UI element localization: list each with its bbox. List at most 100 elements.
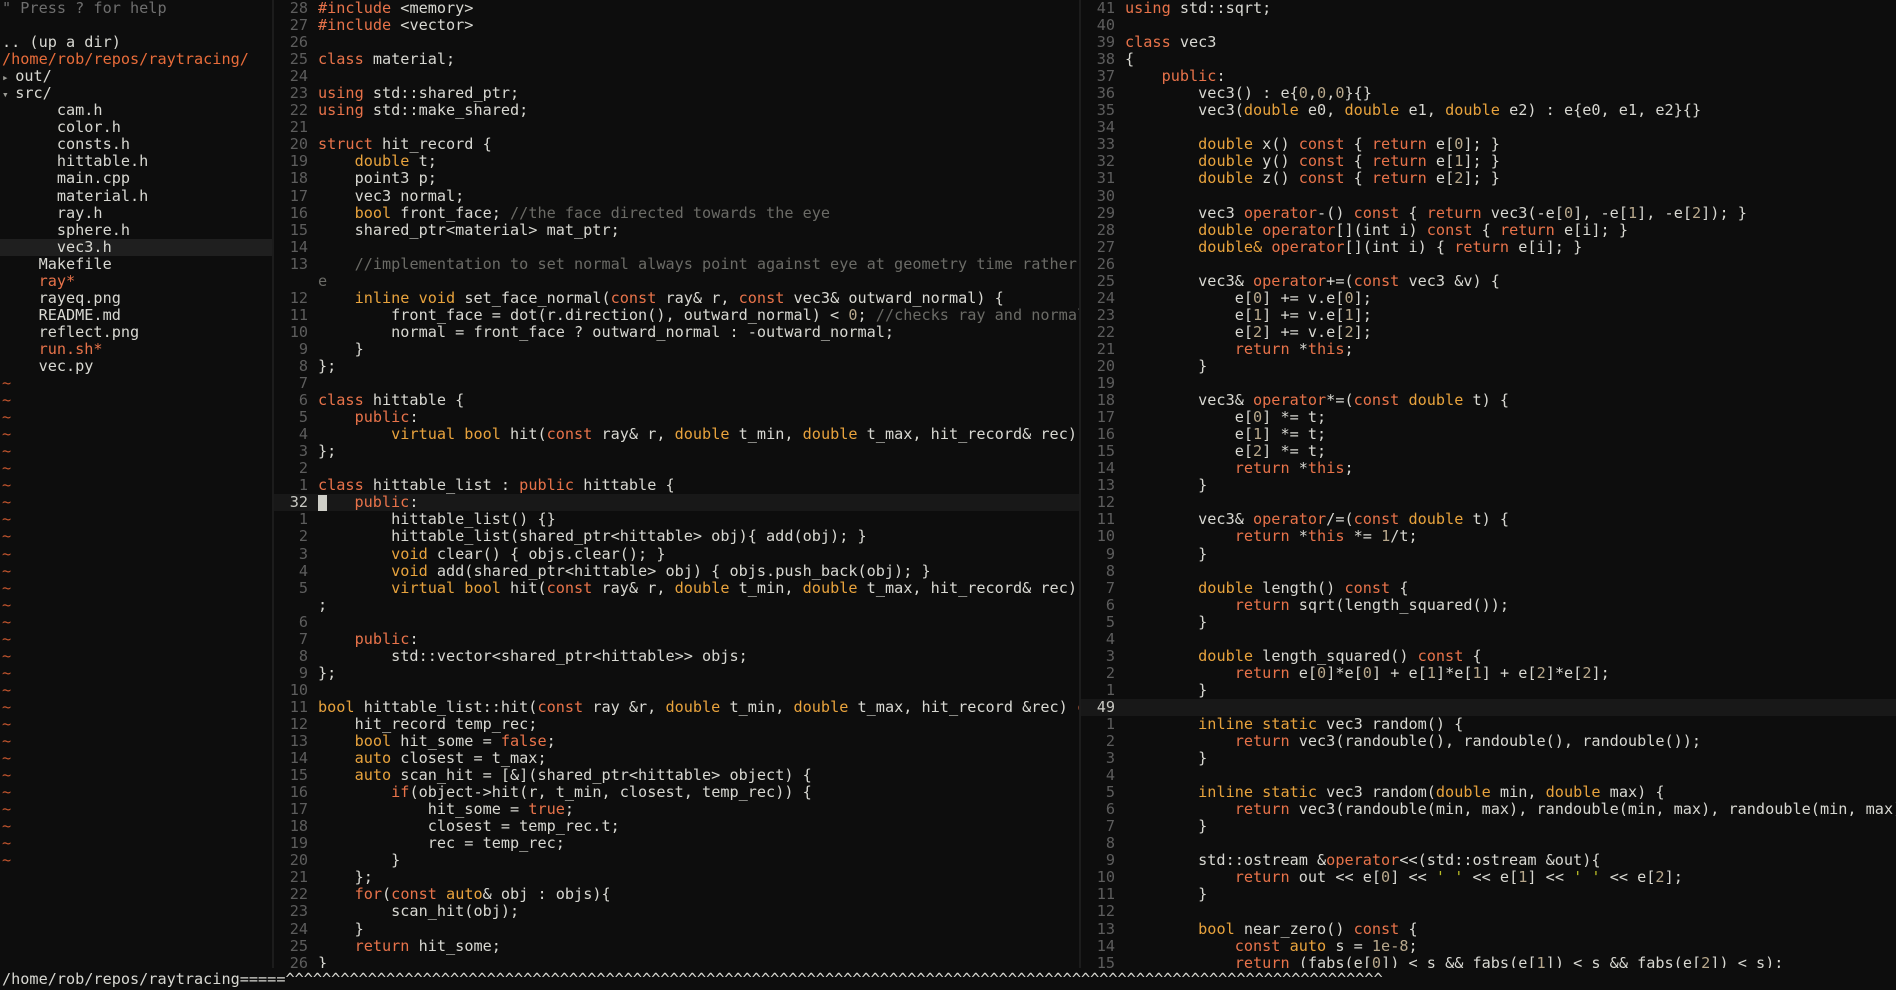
code-line[interactable]: 6 class hittable {: [274, 392, 1079, 409]
code-line[interactable]: 13 }: [1081, 477, 1896, 494]
code-line[interactable]: 28 #include <memory>: [274, 0, 1079, 17]
code-line[interactable]: 2 return e[0]*e[0] + e[1]*e[1] + e[2]*e[…: [1081, 664, 1896, 682]
explorer-entry[interactable]: hittable.h: [0, 153, 272, 170]
file-explorer-pane[interactable]: " Press ? for help .. (up a dir)/home/ro…: [0, 0, 272, 968]
code-line[interactable]: 15 e[2] *= t;: [1081, 443, 1896, 460]
code-line[interactable]: 3};: [274, 443, 1079, 460]
code-line[interactable]: 32 double y() const { return e[1]; }: [1081, 153, 1896, 170]
code-line[interactable]: 24 e[0] += v.e[0];: [1081, 289, 1896, 307]
code-line[interactable]: 10 return out << e[0] << ' ' << e[1] << …: [1081, 869, 1896, 886]
explorer-entry[interactable]: main.cpp: [0, 170, 272, 187]
explorer-entry[interactable]: vec3.h: [0, 238, 272, 256]
code-line[interactable]: 37 public:: [1081, 68, 1896, 85]
code-line[interactable]: 33 double x() const { return e[0]; }: [1081, 136, 1896, 153]
code-line[interactable]: 2: [274, 460, 1079, 477]
code-line[interactable]: 21: [274, 119, 1079, 136]
code-line[interactable]: 11 front_face = dot(r.direction(), outwa…: [274, 306, 1079, 324]
code-line[interactable]: 14: [274, 238, 1079, 256]
code-line[interactable]: 26: [1081, 255, 1896, 273]
explorer-entry[interactable]: ▸ out/: [0, 68, 272, 85]
explorer-entry[interactable]: vec.py: [0, 357, 272, 375]
code-line[interactable]: 19 rec = temp_rec;: [274, 835, 1079, 852]
code-line[interactable]: 15 auto scan_hit = [&](shared_ptr<hittab…: [274, 767, 1079, 784]
code-line[interactable]: 38 {: [1081, 51, 1896, 68]
code-line[interactable]: 20 }: [274, 852, 1079, 869]
code-line[interactable]: 6 return sqrt(length_squared());: [1081, 596, 1896, 614]
explorer-entry[interactable]: ray*: [0, 272, 272, 290]
code-line[interactable]: 21 };: [274, 869, 1079, 886]
code-line[interactable]: 9 }: [1081, 545, 1896, 563]
code-line[interactable]: 6: [274, 613, 1079, 631]
explorer-entry[interactable]: ▾ src/: [0, 85, 272, 102]
code-line[interactable]: 25 class material;: [274, 51, 1079, 68]
explorer-entry[interactable]: Makefile: [0, 255, 272, 273]
code-line[interactable]: 11 bool hittable_list::hit(const ray &r, …: [274, 698, 1079, 716]
code-line[interactable]: 20 struct hit_record {: [274, 136, 1079, 153]
code-line[interactable]: 7: [274, 374, 1079, 392]
code-line[interactable]: 9};: [274, 664, 1079, 682]
code-line[interactable]: 5 virtual bool hit(const ray& r, double …: [274, 579, 1079, 597]
code-line[interactable]: 14 const auto s = 1e-8;: [1081, 937, 1896, 955]
code-line[interactable]: 4 virtual bool hit(const ray& r, double …: [274, 426, 1079, 443]
code-line[interactable]: 2 return vec3(randouble(), randouble(), …: [1081, 732, 1896, 750]
code-line[interactable]: 12: [1081, 903, 1896, 920]
code-line[interactable]: 5 inline static vec3 random(double min, …: [1081, 784, 1896, 801]
code-line[interactable]: 10 return *this *= 1/t;: [1081, 528, 1896, 545]
code-line[interactable]: 4 void add(shared_ptr<hittable> obj) { o…: [274, 562, 1079, 580]
code-line[interactable]: 7 double length() const {: [1081, 579, 1896, 597]
code-line[interactable]: 15 shared_ptr<material> mat_ptr;: [274, 221, 1079, 239]
code-line[interactable]: 17 hit_some = true;: [274, 801, 1079, 818]
code-line[interactable]: 40: [1081, 16, 1896, 34]
code-line[interactable]: 8: [1081, 835, 1896, 852]
code-line[interactable]: 15 return (fabs(e[0]) < s && fabs(e[1]) …: [1081, 954, 1896, 968]
code-line[interactable]: 1 class hittable_list : public hittable {: [274, 477, 1079, 494]
code-line[interactable]: 3 double length_squared() const {: [1081, 647, 1896, 665]
code-line[interactable]: 27 double& operator[](int i) { return e[…: [1081, 238, 1896, 256]
code-line[interactable]: 9 std::ostream &operator<<(std::ostream …: [1081, 852, 1896, 869]
code-line[interactable]: 27 #include <vector>: [274, 16, 1079, 34]
code-line[interactable]: 11 }: [1081, 886, 1896, 903]
explorer-entry[interactable]: run.sh*: [0, 340, 272, 358]
explorer-entry[interactable]: reflect.png: [0, 323, 272, 341]
code-line[interactable]: 34: [1081, 119, 1896, 136]
code-line[interactable]: 18 closest = temp_rec.t;: [274, 818, 1079, 835]
code-line[interactable]: 23 using std::shared_ptr;: [274, 85, 1079, 102]
explorer-entry[interactable]: ray.h: [0, 204, 272, 222]
code-line[interactable]: 18 point3 p;: [274, 170, 1079, 187]
code-line[interactable]: 8: [1081, 562, 1896, 580]
code-line[interactable]: 1 inline static vec3 random() {: [1081, 715, 1896, 733]
code-line[interactable]: 12 hit_record temp_rec;: [274, 715, 1079, 733]
code-line[interactable]: 7 }: [1081, 818, 1896, 835]
code-line[interactable]: 23 e[1] += v.e[1];: [1081, 306, 1896, 324]
code-line[interactable]: 8 std::vector<shared_ptr<hittable>> objs…: [274, 647, 1079, 665]
code-line[interactable]: 19 double t;: [274, 153, 1079, 170]
code-line[interactable]: 12: [1081, 494, 1896, 511]
code-line[interactable]: 26: [274, 34, 1079, 51]
code-line[interactable]: 13 //implementation to set normal always…: [274, 255, 1079, 273]
code-line[interactable]: 36 vec3() : e{0,0,0}{}: [1081, 85, 1896, 102]
code-line[interactable]: 16 bool front_face; //the face directed …: [274, 204, 1079, 222]
code-line[interactable]: 39 class vec3: [1081, 34, 1896, 51]
code-line-cursor[interactable]: 32 public:: [274, 494, 1079, 512]
explorer-entry[interactable]: rayeq.png: [0, 289, 272, 307]
code-line[interactable]: 28 double operator[](int i) const { retu…: [1081, 221, 1896, 239]
code-line[interactable]: 24 }: [274, 920, 1079, 938]
code-line[interactable]: 19: [1081, 374, 1896, 392]
code-line[interactable]: 41 using std::sqrt;: [1081, 0, 1896, 17]
code-line[interactable]: 35 vec3(double e0, double e1, double e2)…: [1081, 102, 1896, 119]
code-line[interactable]: 9 }: [274, 340, 1079, 358]
explorer-entry[interactable]: consts.h: [0, 136, 272, 153]
code-line[interactable]: 17 e[0] *= t;: [1081, 409, 1896, 426]
editor-pane-hittable[interactable]: 28 #include <memory> 27 #include <vector> 26…: [272, 0, 1079, 968]
code-line[interactable]: e: [274, 273, 1079, 290]
code-line[interactable]: 29 vec3 operator-() const { return vec3(…: [1081, 204, 1896, 222]
code-line[interactable]: 17 vec3 normal;: [274, 187, 1079, 205]
code-line[interactable]: 11 vec3& operator/=(const double t) {: [1081, 511, 1896, 528]
code-line[interactable]: 13 bool near_zero() const {: [1081, 920, 1896, 938]
code-line[interactable]: 22 e[2] += v.e[2];: [1081, 323, 1896, 341]
code-line[interactable]: 20 }: [1081, 357, 1896, 375]
code-line[interactable]: 8};: [274, 357, 1079, 375]
code-line[interactable]: 10 normal = front_face ? outward_normal …: [274, 323, 1079, 341]
explorer-entry[interactable]: color.h: [0, 119, 272, 136]
code-line-cursor[interactable]: 49: [1081, 698, 1896, 716]
